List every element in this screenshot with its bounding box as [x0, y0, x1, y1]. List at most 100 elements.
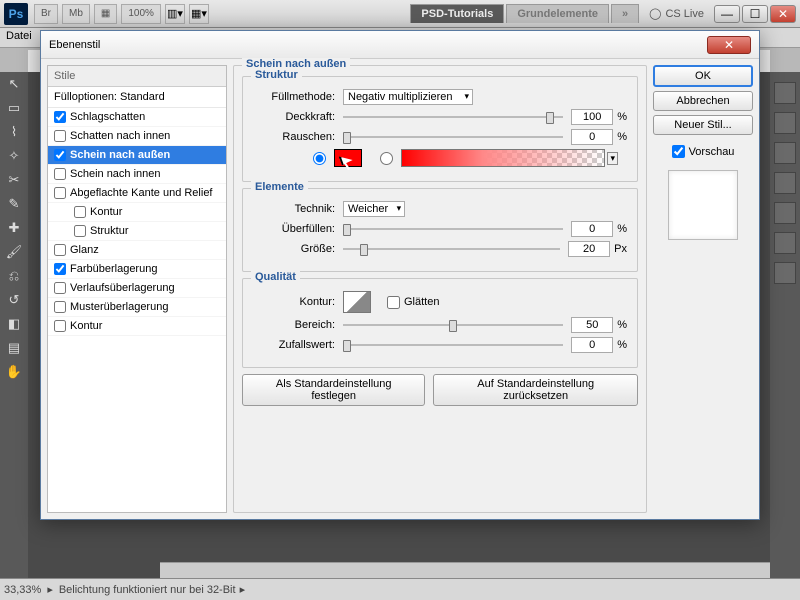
preview-checkbox[interactable] [672, 145, 685, 158]
style-checkbox[interactable] [54, 320, 66, 332]
panel-icon[interactable] [774, 232, 796, 254]
screenmode-icon[interactable]: ▦ [94, 4, 117, 24]
gradient-radio[interactable] [380, 152, 393, 165]
contour-picker[interactable] [343, 291, 371, 313]
maximize-icon[interactable]: ☐ [742, 5, 768, 23]
style-checkbox[interactable] [54, 187, 66, 199]
opacity-input[interactable]: 100 [571, 109, 613, 125]
antialias-checkbox[interactable] [387, 296, 400, 309]
noise-slider[interactable] [343, 130, 563, 144]
new-style-button[interactable]: Neuer Stil... [653, 115, 753, 135]
tools-panel: ↖ ▭ ⌇ ✧ ✂ ✎ ✚ 🖌 ⎌ ↺ ◧ ▤ ✋ [0, 72, 28, 578]
style-checkbox[interactable] [54, 282, 66, 294]
style-row[interactable]: Schatten nach innen [48, 127, 226, 146]
style-checkbox[interactable] [74, 225, 86, 237]
lasso-tool-icon[interactable]: ⌇ [2, 121, 26, 143]
noise-label: Rauschen: [253, 131, 343, 143]
style-label: Kontur [90, 206, 122, 218]
marquee-tool-icon[interactable]: ▭ [2, 97, 26, 119]
range-slider[interactable] [343, 318, 563, 332]
eyedropper-tool-icon[interactable]: ✎ [2, 193, 26, 215]
style-label: Schein nach außen [70, 149, 170, 161]
style-row[interactable]: Kontur [48, 203, 226, 222]
cancel-button[interactable]: Abbrechen [653, 91, 753, 111]
app-titlebar: Ps Br Mb ▦ 100% ▥▾ ▦▾ PSD-Tutorials Grun… [0, 0, 800, 28]
noise-input[interactable]: 0 [571, 129, 613, 145]
wand-tool-icon[interactable]: ✧ [2, 145, 26, 167]
style-checkbox[interactable] [54, 149, 66, 161]
style-checkbox[interactable] [54, 301, 66, 313]
opacity-label: Deckkraft: [253, 111, 343, 123]
dialog-titlebar[interactable]: Ebenenstil ✕ [41, 31, 759, 59]
style-checkbox[interactable] [54, 168, 66, 180]
spread-input[interactable]: 0 [571, 221, 613, 237]
panel-icon[interactable] [774, 142, 796, 164]
style-checkbox[interactable] [74, 206, 86, 218]
blend-options[interactable]: Fülloptionen: Standard [48, 87, 226, 108]
outer-glow-group: Schein nach außen Struktur Füllmethode: … [233, 65, 647, 513]
panel-icon[interactable] [774, 82, 796, 104]
dialog-close-button[interactable]: ✕ [707, 36, 751, 54]
panel-icon[interactable] [774, 172, 796, 194]
status-zoom[interactable]: 33,33% [4, 584, 41, 596]
hand-tool-icon[interactable]: ✋ [2, 361, 26, 383]
style-checkbox[interactable] [54, 263, 66, 275]
make-default-button[interactable]: Als Standardeinstellung festlegen [242, 374, 425, 406]
style-row[interactable]: Kontur [48, 317, 226, 336]
move-tool-icon[interactable]: ↖ [2, 73, 26, 95]
panel-icon[interactable] [774, 202, 796, 224]
minibridge-icon[interactable]: Mb [62, 4, 90, 24]
jitter-slider[interactable] [343, 338, 563, 352]
style-row[interactable]: Musterüberlagerung [48, 298, 226, 317]
style-row[interactable]: Schein nach innen [48, 165, 226, 184]
brush-tool-icon[interactable]: 🖌 [2, 241, 26, 263]
technique-dropdown[interactable]: Weicher [343, 201, 405, 217]
style-row[interactable]: Schlagschatten [48, 108, 226, 127]
eraser-tool-icon[interactable]: ◧ [2, 313, 26, 335]
arrange-icon[interactable]: ▥▾ [165, 4, 185, 24]
styles-header[interactable]: Stile [48, 66, 226, 87]
panel-icon[interactable] [774, 112, 796, 134]
glow-gradient[interactable] [401, 149, 605, 167]
range-input[interactable]: 50 [571, 317, 613, 333]
style-row[interactable]: Struktur [48, 222, 226, 241]
bridge-icon[interactable]: Br [34, 4, 58, 24]
gradient-tool-icon[interactable]: ▤ [2, 337, 26, 359]
reset-default-button[interactable]: Auf Standardeinstellung zurücksetzen [433, 374, 638, 406]
spread-slider[interactable] [343, 222, 563, 236]
workspace-icon[interactable]: ▦▾ [189, 4, 209, 24]
color-radio[interactable] [313, 152, 326, 165]
style-label: Farbüberlagerung [70, 263, 157, 275]
style-label: Schein nach innen [70, 168, 161, 180]
style-row[interactable]: Glanz [48, 241, 226, 260]
doc-tab-1[interactable]: PSD-Tutorials [410, 4, 504, 23]
size-slider[interactable] [343, 242, 560, 256]
style-row[interactable]: Farbüberlagerung [48, 260, 226, 279]
size-label: Größe: [253, 243, 343, 255]
style-checkbox[interactable] [54, 130, 66, 142]
zoom-level[interactable]: 100% [121, 4, 161, 24]
status-message: Belichtung funktioniert nur bei 32-Bit [59, 584, 236, 596]
style-checkbox[interactable] [54, 111, 66, 123]
scrollbar-horizontal[interactable] [160, 562, 770, 578]
jitter-input[interactable]: 0 [571, 337, 613, 353]
close-icon[interactable]: ✕ [770, 5, 796, 23]
doc-tab-more[interactable]: » [611, 4, 639, 23]
minimize-icon[interactable]: — [714, 5, 740, 23]
blendmode-dropdown[interactable]: Negativ multiplizieren [343, 89, 473, 105]
doc-tab-2[interactable]: Grundelemente [506, 4, 609, 23]
crop-tool-icon[interactable]: ✂ [2, 169, 26, 191]
opacity-slider[interactable] [343, 110, 563, 124]
size-input[interactable]: 20 [568, 241, 610, 257]
style-row[interactable]: Abgeflachte Kante und Relief [48, 184, 226, 203]
glow-color-swatch[interactable] [334, 149, 362, 167]
stamp-tool-icon[interactable]: ⎌ [2, 265, 26, 287]
style-row[interactable]: Verlaufsüberlagerung [48, 279, 226, 298]
history-tool-icon[interactable]: ↺ [2, 289, 26, 311]
heal-tool-icon[interactable]: ✚ [2, 217, 26, 239]
ok-button[interactable]: OK [653, 65, 753, 87]
style-checkbox[interactable] [54, 244, 66, 256]
panel-icon[interactable] [774, 262, 796, 284]
cslive-menu[interactable]: CS Live [649, 7, 704, 20]
style-row[interactable]: Schein nach außen [48, 146, 226, 165]
